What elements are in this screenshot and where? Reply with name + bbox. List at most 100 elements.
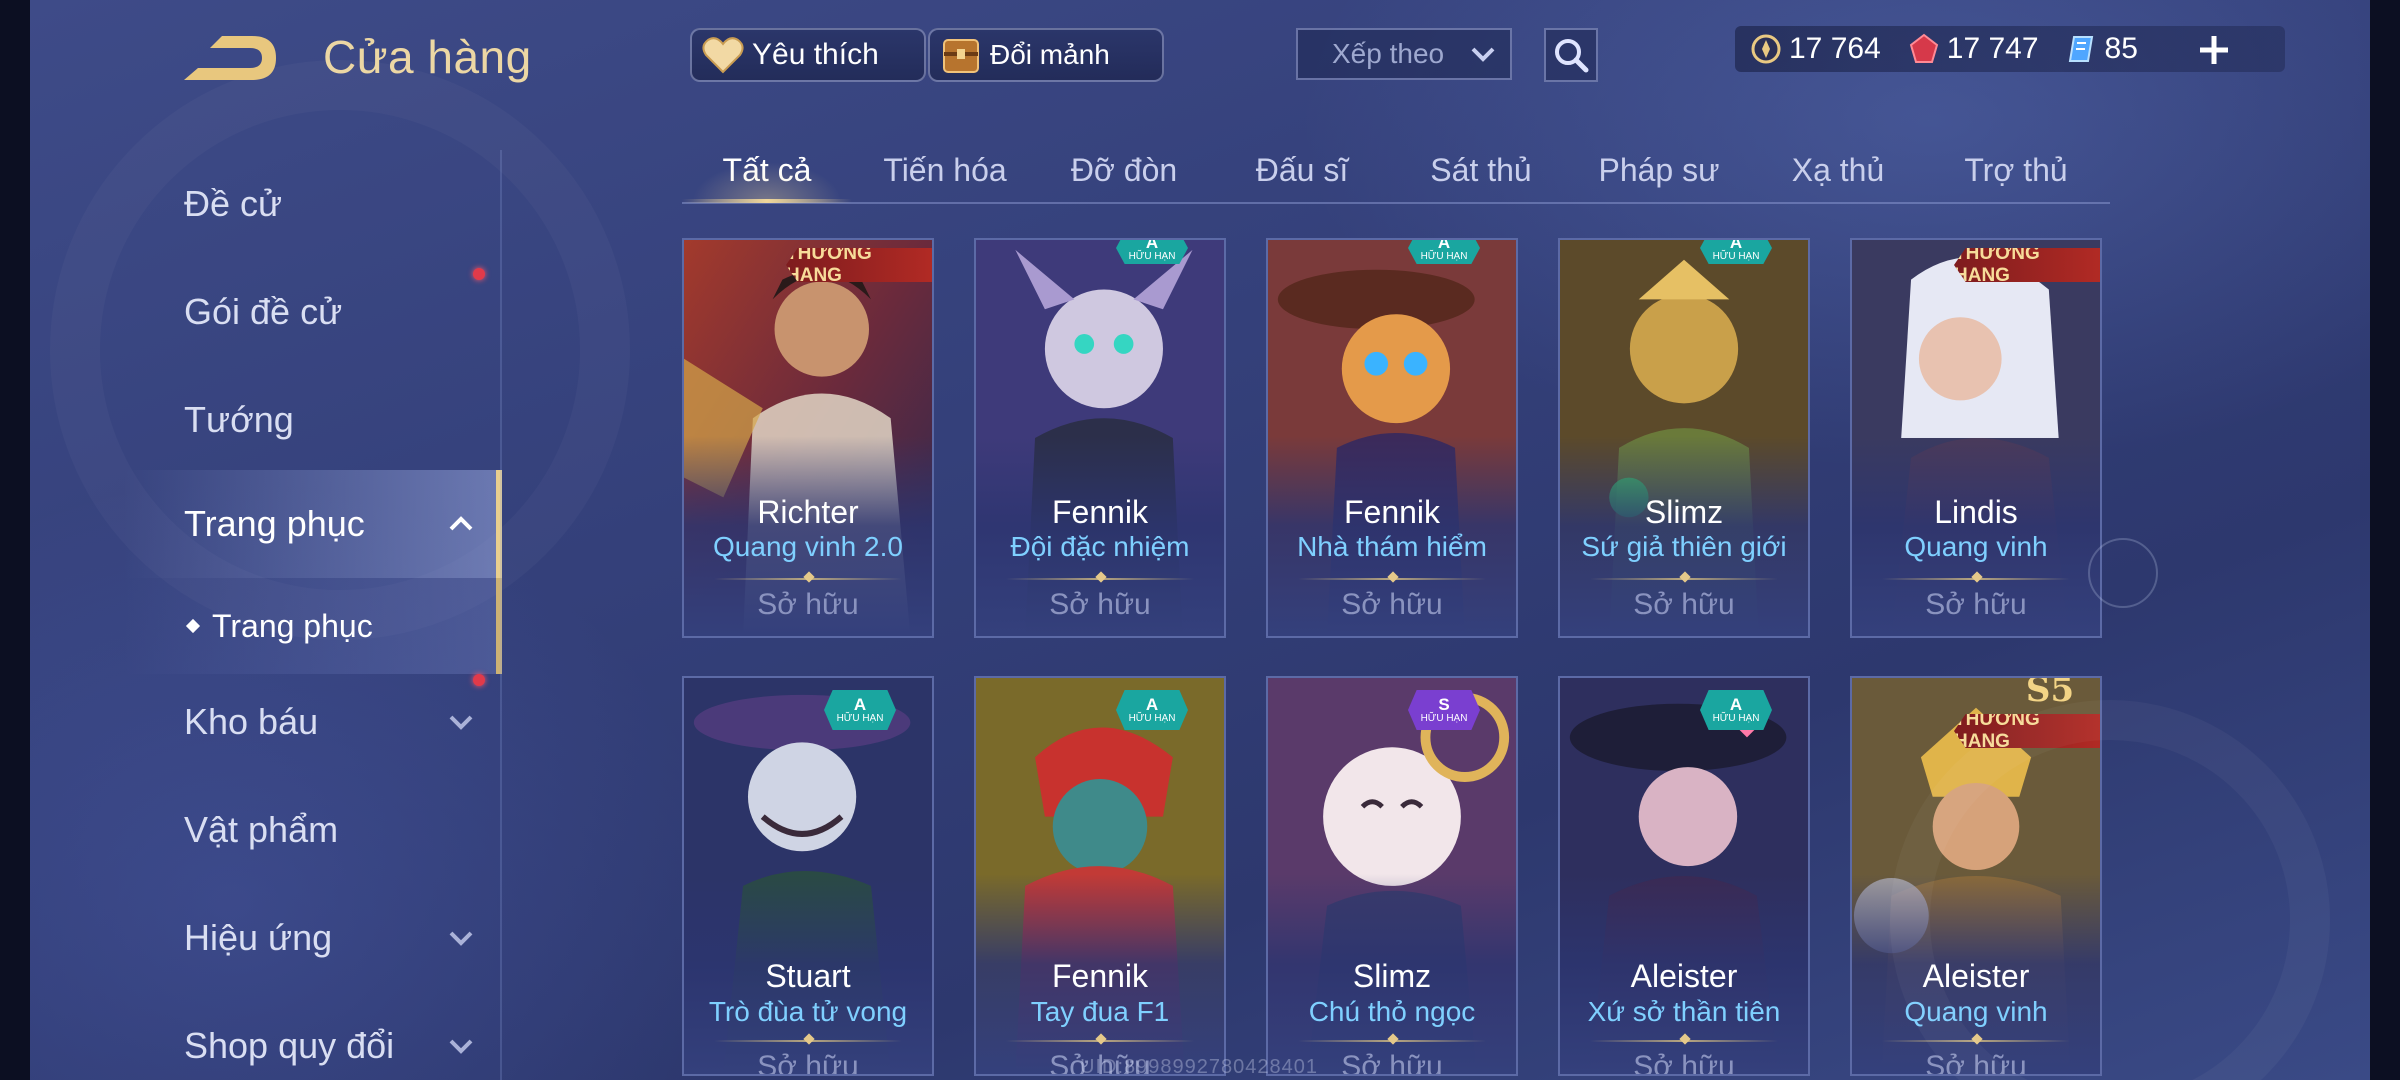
favorites-button[interactable]: Yêu thích: [690, 28, 926, 82]
category-tabs: Tất cả Tiến hóa Đỡ đòn Đấu sĩ Sát thủ Ph…: [682, 140, 2110, 204]
sidebar-item-label: Gói đề cử: [184, 291, 343, 332]
ruby-value: 17 747: [1946, 32, 2039, 65]
tab-tro-thu[interactable]: Trợ thủ: [1931, 140, 2101, 200]
owned-status: Sở hữu: [1925, 588, 2027, 621]
divider: [1882, 1040, 2070, 1042]
exchange-fragments-button[interactable]: Đổi mảnh: [928, 28, 1164, 82]
chevron-down-icon: [1471, 47, 1495, 62]
add-currency-button[interactable]: [2192, 28, 2236, 72]
plus-icon: [2200, 36, 2228, 64]
skin-card[interactable]: A HỮU HẠN Aleister Xứ sở thần tiên Sở hữ…: [1558, 676, 1810, 1076]
sidebar-item-vat-pham[interactable]: Vật phẩm: [30, 776, 500, 884]
skin-name: Quang vinh: [1904, 996, 2048, 1027]
back-arrow-icon: [184, 36, 276, 80]
tab-phap-su[interactable]: Pháp sư: [1574, 140, 1744, 200]
rank-badge: THƯỞNG HẠNG: [1954, 248, 2100, 282]
sidebar-item-de-cu[interactable]: Đề cử: [30, 150, 500, 258]
owned-status: Sở hữu: [1341, 588, 1443, 621]
skin-card[interactable]: S5 THƯỞNG HẠNG Aleister Quang vinh Sở hữ…: [1850, 676, 2102, 1076]
chevron-down-icon: [449, 715, 473, 730]
skin-name: Xứ sở thần tiên: [1587, 996, 1781, 1027]
skin-name: Quang vinh: [1904, 531, 2048, 562]
hero-name: Lindis: [1934, 494, 2018, 530]
skin-card[interactable]: A HỮU HẠN Fennik Tay đua F1 Sở hữu: [974, 676, 1226, 1076]
skin-card[interactable]: A HỮU HẠN Stuart Trò đùa tử vong Sở hữu: [682, 676, 934, 1076]
hero-name: Slimz: [1644, 494, 1724, 530]
tier-sub: HỮU HẠN: [1128, 712, 1176, 724]
red-gem-icon: [1907, 32, 1941, 66]
sidebar-item-shop-quy-doi[interactable]: Shop quy đổi: [30, 992, 500, 1080]
tab-do-don[interactable]: Đỡ đòn: [1039, 140, 1209, 200]
hero-name: Stuart: [765, 958, 851, 994]
divider-gem-icon: [1971, 1033, 1983, 1045]
owned-status: Sở hữu: [1633, 588, 1735, 621]
hero-name: Fennik: [1051, 494, 1149, 530]
back-button[interactable]: [180, 30, 280, 88]
skin-card[interactable]: THƯỞNG HẠNG 2023 Richter Quang vinh 2.0 …: [682, 238, 934, 638]
sort-placeholder: Xếp theo: [1332, 38, 1445, 69]
sidebar-item-tuong[interactable]: Tướng: [30, 366, 500, 474]
hero-name: Aleister: [1630, 958, 1738, 994]
sidebar-item-label: Shop quy đổi: [184, 1025, 395, 1066]
notification-dot: [473, 268, 485, 280]
tier-badge: A HỮU HẠN: [1116, 690, 1188, 730]
sidebar-subitem-trang-phuc[interactable]: Trang phục: [30, 578, 502, 674]
hero-name: Fennik: [1343, 494, 1441, 530]
rank-badge-label: THƯỞNG HẠNG: [1954, 243, 2040, 286]
hero-name: Aleister: [1922, 958, 2030, 994]
sidebar-item-label: Tướng: [184, 399, 294, 440]
gold-coin-icon: [1749, 32, 1783, 66]
uid-watermark: UID:8998992780428401: [1080, 1056, 1318, 1078]
owned-status: Sở hữu: [1633, 1050, 1735, 1076]
skin-card[interactable]: S HỮU HẠN Slimz Chú thỏ ngọc Sở hữu: [1266, 676, 1518, 1076]
sidebar-item-trang-phuc[interactable]: Trang phục: [30, 470, 502, 578]
tier-letter: A: [1145, 238, 1159, 252]
bullet-icon: [185, 618, 201, 634]
skin-name: Nhà thám hiểm: [1297, 531, 1487, 562]
heart-icon: [700, 32, 746, 78]
exchange-label: Đổi mảnh: [990, 39, 1110, 70]
tier-letter: A: [1729, 694, 1743, 714]
sidebar-item-label: Vật phẩm: [184, 809, 339, 850]
sidebar-item-goi-de-cu[interactable]: Gói đề cử: [30, 258, 500, 366]
search-button[interactable]: [1544, 28, 1598, 82]
tier-badge: S HỮU HẠN: [1408, 690, 1480, 730]
tier-letter: A: [1145, 694, 1159, 714]
hero-name: Slimz: [1352, 958, 1432, 994]
sidebar-item-label: Trang phục: [184, 503, 365, 544]
page-title: Cửa hàng: [323, 31, 532, 83]
tab-sat-thu[interactable]: Sát thủ: [1396, 140, 1566, 200]
tier-badge: A HỮU HẠN: [1116, 238, 1188, 264]
favorites-label: Yêu thích: [752, 38, 879, 71]
owned-status: Sở hữu: [1925, 1050, 2027, 1076]
tier-letter: A: [853, 694, 867, 714]
hero-name: Fennik: [1051, 958, 1149, 994]
tier-badge: A HỮU HẠN: [1700, 238, 1772, 264]
tab-tat-ca[interactable]: Tất cả: [682, 140, 852, 203]
owned-status: Sở hữu: [757, 1050, 859, 1076]
sidebar-item-kho-bau[interactable]: Kho báu: [30, 668, 500, 776]
tier-letter: S: [1438, 694, 1450, 714]
tab-tien-hoa[interactable]: Tiến hóa: [860, 140, 1030, 200]
tier-letter: A: [1729, 238, 1743, 252]
sidebar: Đề cử Gói đề cử Tướng Trang phục Trang p…: [30, 150, 502, 1080]
skin-name: Tay đua F1: [1030, 996, 1170, 1027]
skin-card[interactable]: A HỮU HẠN Slimz Sứ giả thiên giới Sở hữu: [1558, 238, 1810, 638]
tab-xa-thu[interactable]: Xạ thủ: [1753, 140, 1923, 200]
rank-badge-label: THƯỞNG HẠNG: [786, 243, 872, 286]
tier-sub: HỮU HẠN: [1420, 712, 1468, 724]
skin-name: Quang vinh 2.0: [713, 531, 903, 562]
decorative-ring: [2088, 538, 2158, 608]
sidebar-item-hieu-ung[interactable]: Hiệu ứng: [30, 884, 500, 992]
tab-dau-si[interactable]: Đấu sĩ: [1217, 140, 1387, 200]
search-icon: [1555, 39, 1589, 73]
sidebar-item-label: Hiệu ứng: [184, 917, 333, 958]
sidebar-item-label: Trang phục: [212, 607, 373, 644]
skin-card[interactable]: A HỮU HẠN Fennik Nhà thám hiểm Sở hữu: [1266, 238, 1518, 638]
sort-dropdown[interactable]: Xếp theo: [1296, 28, 1512, 80]
voucher-value: 85: [2104, 32, 2138, 65]
skin-card[interactable]: A HỮU HẠN Fennik Đội đặc nhiệm Sở hữu: [974, 238, 1226, 638]
skin-card[interactable]: THƯỞNG HẠNG Lindis Quang vinh Sở hữu: [1850, 238, 2102, 638]
notification-dot: [473, 674, 485, 686]
tier-badge: A HỮU HẠN: [824, 690, 896, 730]
